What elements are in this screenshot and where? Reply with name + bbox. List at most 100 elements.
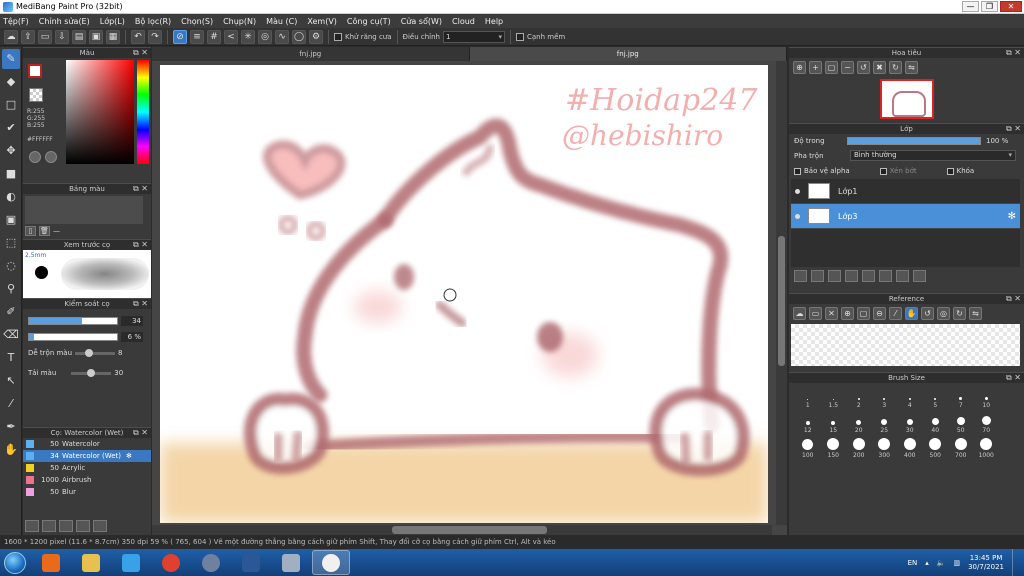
- brush-size-option[interactable]: 100: [795, 437, 821, 459]
- grid-snap-icon[interactable]: #: [207, 29, 221, 44]
- brush-item[interactable]: 1000 Airbrush: [23, 474, 151, 486]
- brush-size-option[interactable]: 700: [948, 437, 974, 459]
- soft-edge-checkbox[interactable]: [516, 32, 524, 41]
- zoom-in-icon[interactable]: ⊕: [841, 307, 854, 320]
- visibility-icon[interactable]: [795, 188, 800, 194]
- reference-area[interactable]: [791, 324, 1020, 366]
- clipping-option[interactable]: Xén bớt: [879, 167, 917, 175]
- radial-snap-icon[interactable]: ✳: [241, 29, 255, 44]
- brush-item[interactable]: 50 Blur: [23, 486, 151, 498]
- gradient-tool-icon[interactable]: ▣: [2, 210, 20, 230]
- layer-menu-icon[interactable]: [845, 270, 858, 282]
- duplicate-icon[interactable]: [76, 520, 90, 532]
- menu-cloud[interactable]: Cloud: [452, 17, 475, 26]
- lock-checkbox[interactable]: [946, 167, 954, 175]
- eraser-tool-icon[interactable]: ◆: [2, 72, 20, 92]
- layer-settings-icon[interactable]: [896, 270, 909, 282]
- horizontal-scrollbar[interactable]: [152, 525, 772, 535]
- flip-icon[interactable]: ⇋: [969, 307, 982, 320]
- save-icon[interactable]: ▣: [89, 29, 103, 44]
- lock-option[interactable]: Khóa: [946, 167, 974, 175]
- hand-icon[interactable]: ✋: [905, 307, 918, 320]
- snap-off-icon[interactable]: ⊘: [173, 29, 187, 44]
- new-halftone-layer-icon[interactable]: [811, 270, 824, 282]
- dropper-tool-icon[interactable]: ⁄: [2, 394, 20, 414]
- new-palette-icon[interactable]: ▯: [25, 226, 36, 236]
- brush-size-option[interactable]: 50: [948, 412, 974, 434]
- antialias-checkbox[interactable]: [334, 32, 342, 41]
- brush-size-option[interactable]: 2: [846, 387, 872, 409]
- brush-size-option[interactable]: 4: [897, 387, 923, 409]
- hand-tool-icon[interactable]: ✋: [2, 440, 20, 460]
- menu-window[interactable]: Cửa sổ(W): [401, 17, 442, 26]
- brush-tool-icon[interactable]: ✎: [2, 49, 20, 69]
- tray-expand-icon[interactable]: ▴: [925, 559, 929, 567]
- rect-tool-icon[interactable]: □: [2, 95, 20, 115]
- show-desktop-button[interactable]: [1012, 549, 1020, 576]
- operation-tool-icon[interactable]: ↖: [2, 371, 20, 391]
- vertical-scrollbar[interactable]: [776, 61, 787, 525]
- zoom-out-icon[interactable]: −: [841, 61, 854, 74]
- download-icon[interactable]: ⇩: [55, 29, 69, 44]
- magic-wand-icon[interactable]: ⚲: [2, 279, 20, 299]
- color-wheel-icon[interactable]: [29, 151, 41, 163]
- upload-icon[interactable]: ⇪: [21, 29, 35, 44]
- menu-help[interactable]: Help: [485, 17, 503, 26]
- zoom-in-icon[interactable]: +: [809, 61, 822, 74]
- cloud-icon[interactable]: ☁: [4, 29, 18, 44]
- delete-palette-icon[interactable]: 🗑: [39, 226, 50, 236]
- panel-close-icon[interactable]: ⧉ ✕: [133, 428, 148, 438]
- hue-slider[interactable]: [137, 60, 149, 164]
- folder-icon[interactable]: [42, 520, 56, 532]
- fit-icon[interactable]: ▢: [857, 307, 870, 320]
- zoom-fit-icon[interactable]: ⊕: [793, 61, 806, 74]
- menu-snap[interactable]: Chụp(N): [223, 17, 256, 26]
- menu-filter[interactable]: Bộ lọc(R): [135, 17, 171, 26]
- gear-icon[interactable]: ✻: [1008, 211, 1016, 222]
- close-button[interactable]: ✕: [1000, 1, 1022, 12]
- grid-save-icon[interactable]: ▦: [106, 29, 120, 44]
- brush-item[interactable]: 50 Acrylic: [23, 462, 151, 474]
- brush-opacity-value[interactable]: 6 %: [121, 332, 143, 342]
- brush-item-selected[interactable]: 34 Watercolor (Wet) ✻: [23, 450, 151, 462]
- color-picker-icon[interactable]: [45, 151, 57, 163]
- reset-icon[interactable]: ◎: [937, 307, 950, 320]
- brush-size-option[interactable]: 40: [923, 412, 949, 434]
- menu-layer[interactable]: Lớp(L): [100, 17, 125, 26]
- brush-size-option[interactable]: 1: [795, 387, 821, 409]
- select-tool-icon[interactable]: ⬚: [2, 233, 20, 253]
- brush-size-option[interactable]: 500: [923, 437, 949, 459]
- select-eraser-icon[interactable]: ⌫: [2, 325, 20, 345]
- brush-size-option[interactable]: 15: [821, 412, 847, 434]
- brush-size-option[interactable]: 300: [872, 437, 898, 459]
- curve-snap-icon[interactable]: ∿: [275, 29, 289, 44]
- refill-knob[interactable]: [87, 368, 96, 377]
- new-layer-icon[interactable]: [794, 270, 807, 282]
- menu-file[interactable]: Tệp(F): [3, 17, 29, 26]
- brush-size-value[interactable]: 34: [121, 316, 143, 326]
- taskbar-app-medibang[interactable]: [312, 550, 350, 575]
- gear-icon[interactable]: ✻: [126, 452, 132, 460]
- rotate-left-icon[interactable]: ↺: [857, 61, 870, 74]
- brush-size-option[interactable]: 30: [897, 412, 923, 434]
- menu-view[interactable]: Xem(V): [307, 17, 337, 26]
- new-1bit-layer-icon[interactable]: [828, 270, 841, 282]
- blend-slider[interactable]: [75, 348, 116, 357]
- transparent-swatch[interactable]: [29, 88, 43, 102]
- brush-size-option[interactable]: 20: [846, 412, 872, 434]
- taskbar-app-media-player[interactable]: [32, 550, 70, 575]
- document-tab[interactable]: fnj.jpg: [152, 47, 470, 61]
- panel-close-icon[interactable]: ⧉ ✕: [133, 48, 148, 58]
- circle-snap-icon[interactable]: ◎: [258, 29, 272, 44]
- brush-opacity-slider[interactable]: [28, 333, 118, 341]
- zoom-actual-icon[interactable]: ▢: [825, 61, 838, 74]
- taskbar-app-disk-utility[interactable]: [192, 550, 230, 575]
- cloud-icon[interactable]: ☁: [793, 307, 806, 320]
- layer-item[interactable]: Lớp1: [791, 179, 1020, 204]
- refill-slider[interactable]: [71, 368, 112, 377]
- foreground-color-swatch[interactable]: [28, 64, 42, 78]
- protect-alpha-option[interactable]: Bảo vệ alpha: [794, 167, 850, 175]
- folder-icon[interactable]: [862, 270, 875, 282]
- maximize-button[interactable]: ❐: [981, 1, 998, 12]
- navigator-thumbnail[interactable]: [880, 79, 934, 119]
